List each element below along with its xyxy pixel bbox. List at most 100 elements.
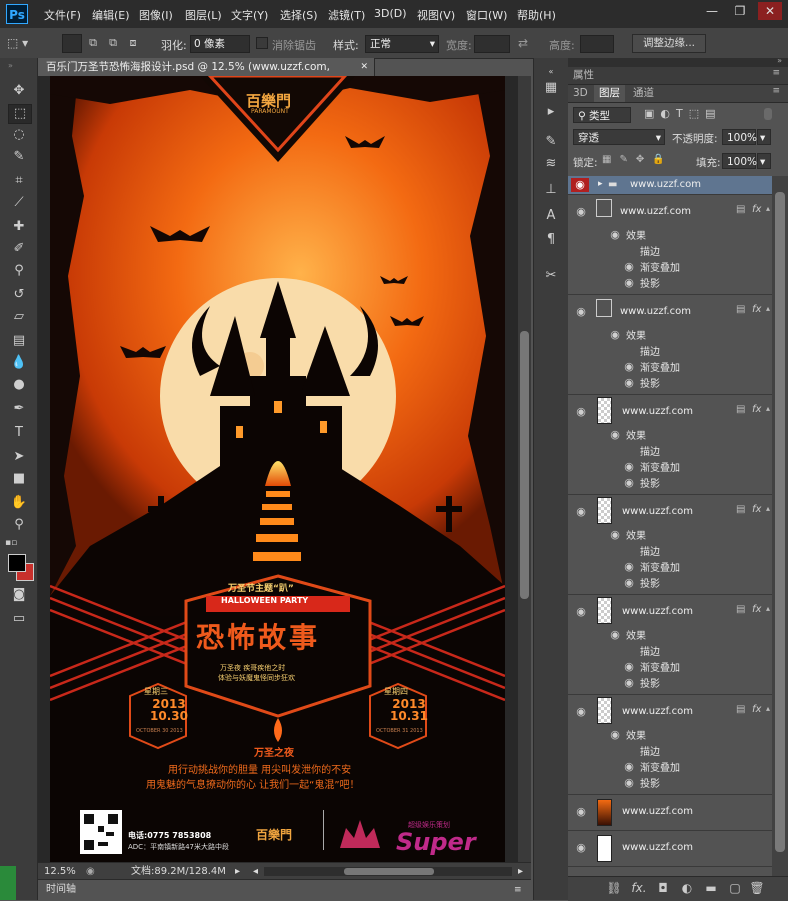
- eye-icon[interactable]: ◉: [574, 506, 588, 517]
- effect-gradient-overlay[interactable]: 渐变叠加: [640, 359, 680, 374]
- eraser-tool-icon[interactable]: ▱: [8, 308, 30, 326]
- zoom-level[interactable]: 12.5%: [44, 863, 76, 880]
- effect-stroke[interactable]: 描边: [640, 543, 660, 558]
- opacity-arrow-icon[interactable]: ▾: [757, 129, 771, 145]
- effects-eye-icon[interactable]: ◉: [608, 429, 622, 440]
- tab-close-icon[interactable]: ✕: [360, 58, 368, 76]
- tab-3d[interactable]: 3D: [568, 85, 593, 102]
- eyedropper-tool-icon[interactable]: ⟋: [8, 194, 30, 212]
- menu-edit[interactable]: 编辑(E): [92, 7, 130, 23]
- effect-drop-shadow[interactable]: 投影: [640, 275, 660, 290]
- layer-visibility-eye-icon[interactable]: ◉: [571, 178, 589, 192]
- effect-eye-icon[interactable]: ◉: [622, 761, 636, 772]
- layer-name[interactable]: www.uzzf.com: [622, 506, 693, 517]
- layer-row[interactable]: ◉ www.uzzf.com ▤ fx ▴ ◉ 效果 描边 ◉ 渐变叠加 ◉ 投…: [568, 695, 772, 795]
- effect-eye-icon[interactable]: ◉: [622, 577, 636, 588]
- fill-arrow-icon[interactable]: ▾: [757, 153, 771, 169]
- effect-drop-shadow[interactable]: 投影: [640, 775, 660, 790]
- menu-select[interactable]: 选择(S): [280, 7, 318, 23]
- tab-channels[interactable]: 通道: [628, 85, 659, 102]
- brush-tool-icon[interactable]: ✐: [8, 240, 30, 258]
- scroll-left-icon[interactable]: ◂: [253, 863, 258, 880]
- collapse-effects-icon[interactable]: ▴: [766, 704, 770, 713]
- effect-eye-icon[interactable]: ◉: [622, 561, 636, 572]
- collapse-effects-icon[interactable]: ▴: [766, 204, 770, 213]
- effect-drop-shadow[interactable]: 投影: [640, 475, 660, 490]
- gradient-tool-icon[interactable]: ▤: [8, 332, 30, 350]
- marquee-preset-icon[interactable]: ⬚ ▾: [7, 35, 41, 51]
- status-menu-arrow-icon[interactable]: ▸: [235, 863, 240, 880]
- layer-name[interactable]: www.uzzf.com: [620, 306, 691, 317]
- scroll-thumb[interactable]: [520, 331, 529, 599]
- layer-name[interactable]: www.uzzf.com: [622, 606, 693, 617]
- clone-source-icon[interactable]: ⊥: [540, 180, 562, 200]
- link-layers-icon[interactable]: ⛓: [605, 881, 623, 895]
- layers-scroll-thumb[interactable]: [775, 192, 785, 852]
- effect-drop-shadow[interactable]: 投影: [640, 675, 660, 690]
- layer-name[interactable]: www.uzzf.com: [630, 179, 701, 190]
- menu-type[interactable]: 文字(Y): [231, 7, 268, 23]
- effect-eye-icon[interactable]: ◉: [622, 361, 636, 372]
- effect-stroke[interactable]: 描边: [640, 743, 660, 758]
- layer-row[interactable]: ◉ www.uzzf.com: [568, 831, 772, 867]
- clone-stamp-tool-icon[interactable]: ⚲: [8, 262, 30, 280]
- effect-eye-icon[interactable]: ◉: [622, 261, 636, 272]
- healing-brush-tool-icon[interactable]: ✚: [8, 218, 30, 236]
- rectangle-tool-icon[interactable]: ■: [8, 470, 30, 488]
- filter-kind-select[interactable]: ⚲ 类型: [573, 107, 631, 123]
- fill-input[interactable]: 100%: [722, 153, 757, 169]
- tool-presets-icon[interactable]: ✂: [540, 266, 562, 286]
- menu-file[interactable]: 文件(F): [44, 7, 81, 23]
- menu-3d[interactable]: 3D(D): [374, 7, 407, 20]
- subtract-selection-icon[interactable]: ⧉: [104, 34, 122, 51]
- antialias-checkbox[interactable]: [256, 37, 268, 49]
- eye-icon[interactable]: ◉: [574, 606, 588, 617]
- effect-gradient-overlay[interactable]: 渐变叠加: [640, 659, 680, 674]
- timeline-panel[interactable]: 时间轴 ≡: [38, 879, 531, 901]
- hand-tool-icon[interactable]: ✋: [8, 494, 30, 512]
- effects-eye-icon[interactable]: ◉: [608, 629, 622, 640]
- panel-menu-icon[interactable]: ≡: [772, 68, 780, 78]
- foreground-color-swatch[interactable]: [8, 554, 26, 572]
- effect-drop-shadow[interactable]: 投影: [640, 375, 660, 390]
- horizontal-scroll-thumb[interactable]: [344, 868, 434, 875]
- tab-layers[interactable]: 图层: [594, 85, 625, 102]
- brush-settings-icon[interactable]: ≋: [540, 154, 562, 174]
- menu-filter[interactable]: 滤镜(T): [328, 7, 365, 23]
- lasso-tool-icon[interactable]: ◌: [8, 126, 30, 144]
- effect-stroke[interactable]: 描边: [640, 443, 660, 458]
- group-expand-icon[interactable]: ▸: [598, 179, 603, 189]
- layer-row[interactable]: ◉ www.uzzf.com ▤ fx ▴ ◉ 效果 描边 ◉ 渐变叠加 ◉ 投…: [568, 295, 772, 395]
- quick-select-tool-icon[interactable]: ✎: [8, 148, 30, 166]
- lock-icons[interactable]: ▦✎✥🔒: [602, 154, 673, 165]
- quick-mask-icon[interactable]: ◙: [8, 586, 30, 604]
- effect-stroke[interactable]: 描边: [640, 243, 660, 258]
- intersect-selection-icon[interactable]: ⧈: [124, 34, 142, 51]
- history-icon[interactable]: ▦: [540, 78, 562, 98]
- canvas-vertical-scrollbar[interactable]: [518, 76, 531, 862]
- effects-eye-icon[interactable]: ◉: [608, 329, 622, 340]
- effects-eye-icon[interactable]: ◉: [608, 729, 622, 740]
- fx-icon[interactable]: fx: [752, 204, 761, 215]
- fx-icon[interactable]: fx: [752, 404, 761, 415]
- effect-drop-shadow[interactable]: 投影: [640, 575, 660, 590]
- zoom-tool-icon[interactable]: ⚲: [8, 516, 30, 534]
- layer-row[interactable]: ◉ www.uzzf.com ▤ fx ▴ ◉ 效果 描边 ◉ 渐变叠加 ◉ 投…: [568, 395, 772, 495]
- new-layer-icon[interactable]: ▢: [726, 881, 744, 895]
- effect-eye-icon[interactable]: ◉: [622, 661, 636, 672]
- collapse-effects-icon[interactable]: ▴: [766, 404, 770, 413]
- eye-icon[interactable]: ◉: [574, 842, 588, 853]
- timeline-label[interactable]: 时间轴: [46, 880, 76, 900]
- effect-eye-icon[interactable]: ◉: [622, 377, 636, 388]
- layer-name[interactable]: www.uzzf.com: [622, 842, 693, 853]
- pen-tool-icon[interactable]: ✒: [8, 400, 30, 418]
- filter-icons[interactable]: ▣◐T⬚▤: [644, 107, 722, 120]
- screen-mode-icon[interactable]: ▭: [8, 610, 30, 628]
- effect-stroke[interactable]: 描边: [640, 643, 660, 658]
- collapse-effects-icon[interactable]: ▴: [766, 504, 770, 513]
- height-input[interactable]: [580, 35, 614, 53]
- effect-gradient-overlay[interactable]: 渐变叠加: [640, 259, 680, 274]
- layer-row-group[interactable]: ◉ ▸ ▬ www.uzzf.com: [568, 176, 772, 195]
- eye-icon[interactable]: ◉: [574, 406, 588, 417]
- effect-gradient-overlay[interactable]: 渐变叠加: [640, 759, 680, 774]
